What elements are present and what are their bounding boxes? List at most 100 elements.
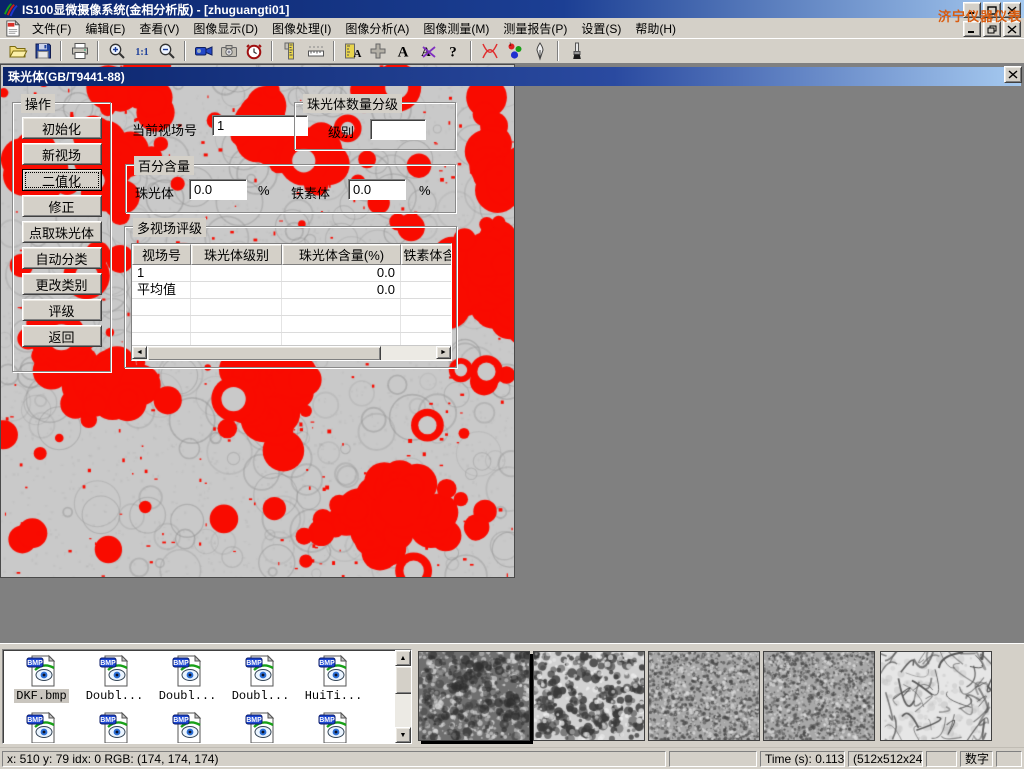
menu-item-1[interactable]: 文件(F) (25, 17, 78, 40)
menu-item-7[interactable]: 图像测量(M) (416, 17, 496, 40)
op-button-二值化[interactable]: 二值化 (22, 169, 102, 191)
svg-text:A: A (353, 48, 361, 60)
level-input[interactable] (370, 119, 426, 140)
zoom-out-button[interactable] (154, 39, 179, 63)
op-button-点取珠光体[interactable]: 点取珠光体 (22, 221, 102, 243)
scroll-up-button[interactable]: ▲ (395, 650, 411, 666)
svg-text:BMP: BMP (27, 660, 43, 667)
thumbnail-5[interactable] (880, 651, 992, 741)
op-button-修正[interactable]: 修正 (22, 195, 102, 217)
table-row-3[interactable] (132, 299, 451, 316)
dialog-title-bar[interactable]: 珠光体(GB/T9441-88) (3, 67, 1021, 86)
bmp-file-icon: BMP (25, 654, 59, 688)
menu-item-8[interactable]: 测量报告(P) (496, 17, 574, 40)
file-item-HuiTi...[interactable]: BMPHuiTi... (297, 654, 370, 703)
ferrite-percent-sign: % (419, 183, 431, 198)
zoom-in-button[interactable] (104, 39, 129, 63)
multifield-group: 多视场评级 视场号珠光体级别珠光体含量(%)铁素体含量(%) 10.0平均值0.… (124, 226, 457, 368)
table-header-3[interactable]: 珠光体含量(%) (282, 244, 401, 265)
document-icon[interactable] (4, 20, 21, 37)
scroll-left-button[interactable]: ◄ (132, 346, 147, 359)
toolbar-separator (271, 41, 273, 61)
file-item-Doubl...[interactable]: BMPDoubl... (224, 654, 297, 703)
operations-legend: 操作 (21, 94, 55, 113)
file-item-Doubl...[interactable]: BMPDoubl... (151, 654, 224, 703)
classify-dots-button[interactable]: 1 (502, 39, 527, 63)
file-item-DKF.bmp[interactable]: BMPDKF.bmp (5, 654, 78, 703)
save-button[interactable] (30, 39, 55, 63)
thumbnail-3[interactable] (648, 651, 760, 741)
measure-scale-icon: A (343, 41, 363, 61)
video-camera-button[interactable] (191, 39, 216, 63)
op-button-新视场[interactable]: 新视场 (22, 143, 102, 165)
menu-item-2[interactable]: 编辑(E) (78, 17, 132, 40)
op-button-评级[interactable]: 评级 (22, 299, 102, 321)
ruler-button[interactable] (303, 39, 328, 63)
file-list[interactable]: BMPDKF.bmpBMPDoubl...BMPDoubl...BMPDoubl… (2, 649, 412, 744)
menu-item-10[interactable]: 帮助(H) (628, 17, 683, 40)
print-button[interactable] (67, 39, 92, 63)
ruler-icon (306, 41, 326, 61)
file-item-partial[interactable]: BMP (297, 711, 370, 744)
pearlite-percent-input[interactable] (189, 179, 247, 200)
curve-edit-button[interactable] (477, 39, 502, 63)
menu-item-6[interactable]: 图像分析(A) (338, 17, 416, 40)
scroll-thumb[interactable] (147, 346, 381, 361)
status-bar: x: 510 y: 79 idx: 0 RGB: (174, 174, 174)… (0, 747, 1024, 769)
operations-group: 操作 初始化新视场二值化修正点取珠光体自动分类更改类别评级返回 (12, 102, 111, 372)
camera-button[interactable] (216, 39, 241, 63)
table-header-2[interactable]: 珠光体级别 (191, 244, 282, 265)
calibration-cross-button[interactable] (365, 39, 390, 63)
menu-item-5[interactable]: 图像处理(I) (265, 17, 338, 40)
menu-item-3[interactable]: 查看(V) (132, 17, 186, 40)
actual-size-icon: 1:1 (132, 41, 152, 61)
thumbnail-2[interactable] (533, 651, 645, 741)
clock-button[interactable] (241, 39, 266, 63)
open-icon (8, 41, 28, 61)
caliper-button[interactable] (278, 39, 303, 63)
file-list-scrollbar[interactable]: ▲ ▼ (395, 650, 411, 743)
text-button[interactable]: A (390, 39, 415, 63)
file-item-partial[interactable]: BMP (78, 711, 151, 744)
file-item-Doubl...[interactable]: BMPDoubl... (78, 654, 151, 703)
measure-scale-button[interactable]: A (340, 39, 365, 63)
table-cell: 1 (132, 265, 191, 281)
scroll-right-button[interactable]: ► (436, 346, 451, 359)
thumbnail-4[interactable] (763, 651, 875, 741)
op-button-返回[interactable]: 返回 (22, 325, 102, 347)
op-button-初始化[interactable]: 初始化 (22, 117, 102, 139)
table-row-2[interactable]: 平均值0.0 (132, 282, 451, 299)
op-button-更改类别[interactable]: 更改类别 (22, 273, 102, 295)
table-row-4[interactable] (132, 316, 451, 333)
file-item-partial[interactable]: BMP (5, 711, 78, 744)
ferrite-percent-input[interactable] (348, 179, 406, 200)
brush-button[interactable] (564, 39, 589, 63)
open-button[interactable] (5, 39, 30, 63)
menu-item-4[interactable]: 图像显示(D) (186, 17, 265, 40)
table-horizontal-scrollbar[interactable]: ◄ ► (132, 345, 451, 360)
table-header-1[interactable]: 视场号 (132, 244, 191, 265)
menu-item-9[interactable]: 设置(S) (574, 17, 628, 40)
delete-text-button[interactable]: A (415, 39, 440, 63)
brush-icon (567, 41, 587, 61)
thumbnail-1[interactable] (418, 651, 530, 741)
status-panel-empty2 (926, 751, 957, 767)
multifield-table[interactable]: 视场号珠光体级别珠光体含量(%)铁素体含量(%) 10.0平均值0.0 ◄ ► (131, 243, 452, 361)
table-row-1[interactable]: 10.0 (132, 265, 451, 282)
file-label: HuiTi... (303, 689, 365, 703)
scroll-down-button[interactable]: ▼ (395, 727, 411, 743)
current-field-label: 当前视场号 (132, 120, 197, 139)
level-label: 级别 (328, 122, 354, 141)
bmp-file-icon: BMP (98, 711, 132, 744)
pen-button[interactable] (527, 39, 552, 63)
dialog-close-button[interactable] (1004, 66, 1022, 83)
op-button-自动分类[interactable]: 自动分类 (22, 247, 102, 269)
table-header-4[interactable]: 铁素体含量(%) (401, 244, 452, 265)
file-item-partial[interactable]: BMP (151, 711, 224, 744)
help-button[interactable]: ? (440, 39, 465, 63)
grading-group: 珠光体数量分级 级别 (294, 102, 456, 150)
actual-size-button[interactable]: 1:1 (129, 39, 154, 63)
toolbar-separator (557, 41, 559, 61)
file-item-partial[interactable]: BMP (224, 711, 297, 744)
ferrite-label: 铁素体 (291, 183, 330, 202)
